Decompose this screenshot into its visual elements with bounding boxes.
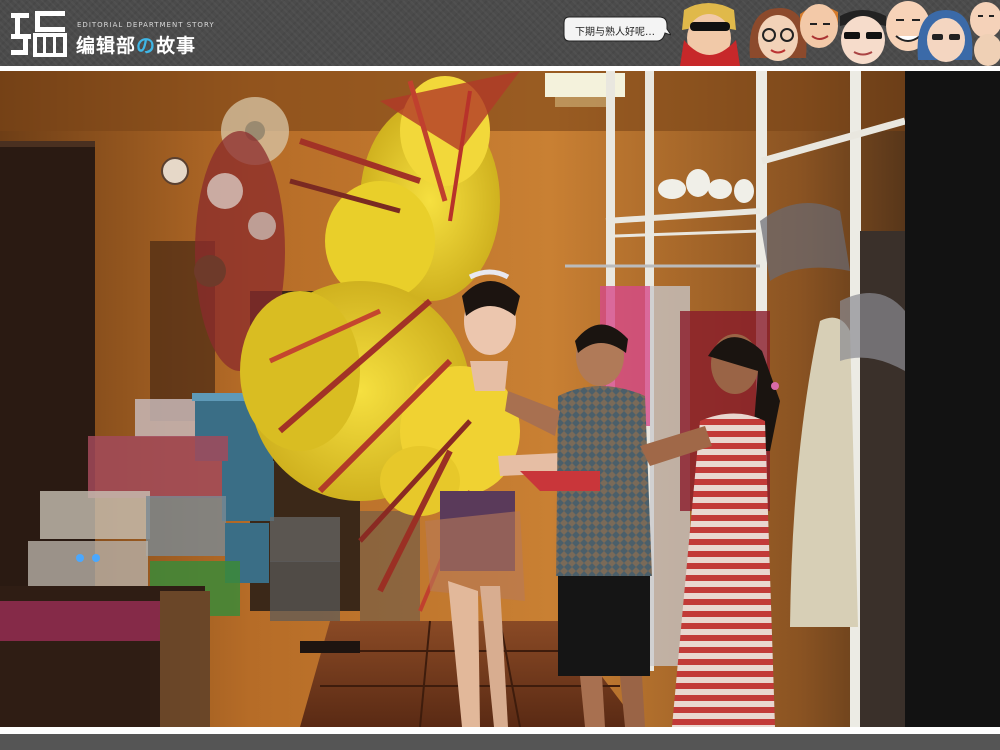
wall-clock <box>161 157 189 185</box>
cartoon-faces-icon <box>680 1 1000 66</box>
face-masked-icon <box>680 3 740 66</box>
site-footer <box>0 734 1000 750</box>
backstage-photo <box>0 71 1000 727</box>
site-header: EDITORIAL DEPARTMENT STORY 编辑部の故事 下期与熟人好… <box>0 0 1000 66</box>
logo-title-accent: の <box>136 35 157 57</box>
fringe-skirt <box>425 511 525 601</box>
logo-title-part1: 编辑部 <box>76 35 137 57</box>
logo-title-part2: 故事 <box>156 35 197 57</box>
face-partial-icon <box>970 2 1000 66</box>
logo-subtitle: EDITORIAL DEPARTMENT STORY <box>77 21 215 29</box>
face-man-icon <box>800 4 838 48</box>
speech-bubble-text: 下期与熟人好呢… <box>575 27 655 38</box>
hair-tie <box>771 382 779 390</box>
logo-mark-icon[interactable] <box>9 7 69 57</box>
logo-title[interactable]: 编辑部の故事 <box>76 31 196 58</box>
face-glasses-woman-icon <box>749 8 807 61</box>
footer-divider <box>0 727 1000 734</box>
face-sunglasses-man-icon <box>840 10 886 64</box>
photo-scene <box>0 71 1000 727</box>
